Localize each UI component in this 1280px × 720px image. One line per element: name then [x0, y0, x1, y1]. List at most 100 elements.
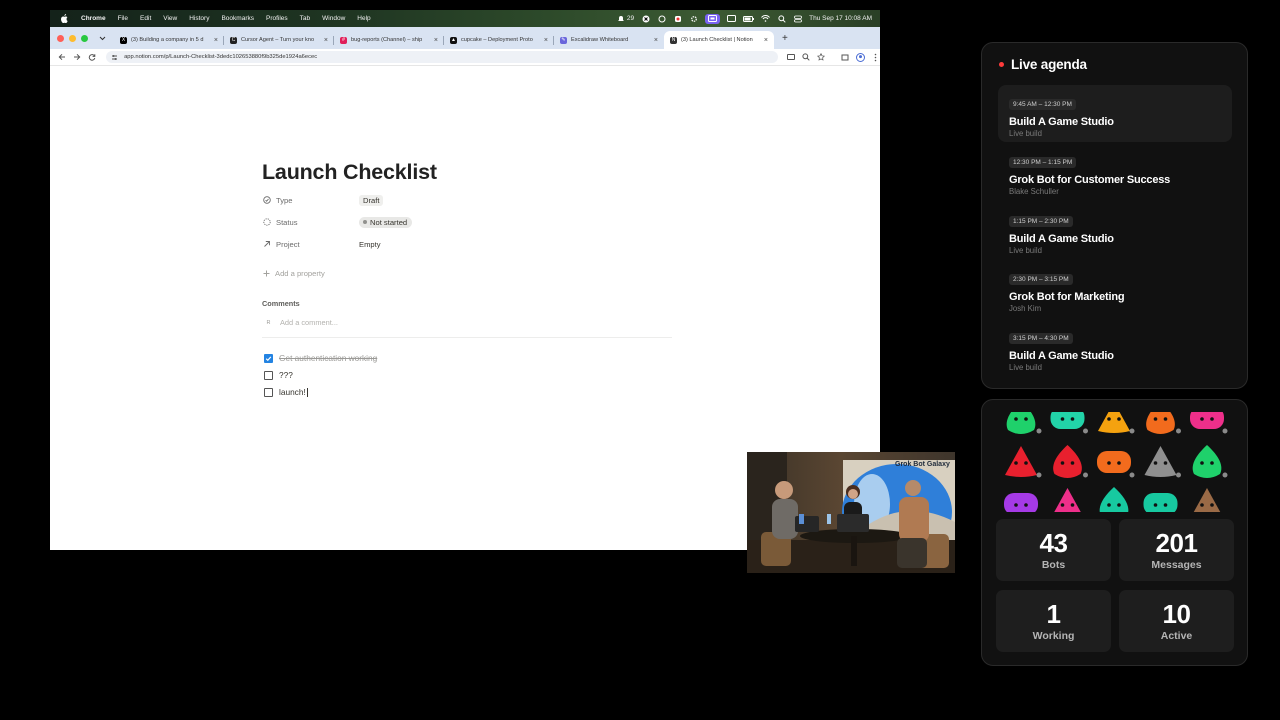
- bot-avatar-icon[interactable]: [1097, 451, 1135, 478]
- todo-item[interactable]: Get authentication working: [264, 353, 377, 363]
- todo-text[interactable]: ???: [279, 370, 293, 380]
- menu-tab[interactable]: Tab: [294, 15, 316, 22]
- todo-text[interactable]: Get authentication working: [279, 353, 377, 363]
- agenda-item[interactable]: 12:30 PM – 1:15 PM Grok Bot for Customer…: [998, 143, 1232, 200]
- url-text: app.notion.com/p/Launch-Checklist-3dedc1…: [124, 54, 318, 60]
- cast-icon[interactable]: [786, 52, 796, 62]
- forward-arrow-icon[interactable]: [69, 49, 84, 65]
- comment-input[interactable]: R Add a comment...: [262, 317, 338, 328]
- sign-text: Grok Bot Galaxy: [895, 461, 950, 468]
- maximize-window-button[interactable]: [81, 35, 88, 42]
- property-type[interactable]: Type Draft: [262, 193, 384, 207]
- todo-text[interactable]: launch!: [279, 387, 306, 397]
- control-center-icon[interactable]: [793, 14, 802, 24]
- status-value: Not started: [370, 217, 408, 227]
- battery-icon[interactable]: [743, 14, 755, 24]
- menu-bookmarks[interactable]: Bookmarks: [215, 15, 260, 22]
- menu-edit[interactable]: Edit: [134, 15, 157, 22]
- bot-avatar-icon[interactable]: [1053, 445, 1088, 478]
- status-circle-x-icon[interactable]: [641, 14, 650, 24]
- address-bar[interactable]: app.notion.com/p/Launch-Checklist-3dedc1…: [106, 51, 779, 63]
- bot-avatar-icon[interactable]: [1190, 412, 1228, 434]
- wifi-icon[interactable]: [761, 14, 771, 24]
- todo-checkbox-checked[interactable]: [264, 353, 273, 363]
- todo-checkbox[interactable]: [264, 387, 273, 397]
- profile-icon[interactable]: [855, 52, 865, 62]
- tab-close-icon[interactable]: ×: [654, 37, 658, 44]
- menu-history[interactable]: History: [183, 15, 215, 22]
- menu-window[interactable]: Window: [316, 15, 351, 22]
- bot-avatar-grid: [996, 412, 1233, 512]
- reload-icon[interactable]: [85, 49, 100, 65]
- site-settings-icon[interactable]: [111, 54, 119, 61]
- agenda-item[interactable]: 2:30 PM – 3:15 PM Grok Bot for Marketing…: [998, 260, 1232, 317]
- status-ring-icon[interactable]: [657, 14, 666, 24]
- stat-value: 1: [1046, 599, 1061, 629]
- browser-tab[interactable]: X (3) Building a company in 5 d ×: [114, 31, 224, 49]
- status-gear-icon[interactable]: [689, 14, 698, 24]
- tab-close-icon[interactable]: ×: [434, 37, 438, 44]
- browser-tab[interactable]: ✎ Excalidraw Whiteboard ×: [554, 31, 664, 49]
- todo-item[interactable]: ???: [264, 370, 293, 380]
- menu-app-name[interactable]: Chrome: [75, 15, 112, 22]
- bot-avatar-icon[interactable]: [1050, 412, 1089, 434]
- bookmark-star-icon[interactable]: [816, 52, 826, 62]
- bot-avatar-icon[interactable]: [1144, 446, 1182, 478]
- bot-avatar-icon[interactable]: [1052, 488, 1089, 512]
- agenda-item[interactable]: 3:15 PM – 4:30 PM Build A Game Studio Li…: [998, 319, 1232, 376]
- status-value-tag[interactable]: Not started: [359, 216, 413, 228]
- tab-close-icon[interactable]: ×: [324, 37, 328, 44]
- property-name: Project: [276, 239, 300, 249]
- bot-avatar-icon[interactable]: [1006, 412, 1042, 434]
- close-window-button[interactable]: [57, 35, 64, 42]
- bot-avatar-icon[interactable]: [1143, 493, 1182, 512]
- add-property-button[interactable]: Add a property: [262, 269, 325, 278]
- property-status[interactable]: Status Not started: [262, 215, 413, 229]
- bot-avatar-icon[interactable]: [1191, 488, 1228, 512]
- notification-icon[interactable]: 29: [617, 14, 634, 24]
- bot-avatar-icon[interactable]: [1098, 412, 1135, 434]
- clock[interactable]: Thu Sep 17 10:08 AM: [809, 15, 872, 22]
- new-tab-plus-icon[interactable]: +: [782, 31, 788, 45]
- agenda-item-title: Build A Game Studio: [1009, 116, 1114, 128]
- browser-tab[interactable]: # bug-reports (Channel) – ship ×: [334, 31, 444, 49]
- todo-checkbox[interactable]: [264, 370, 273, 380]
- more-menu-icon[interactable]: [870, 52, 880, 62]
- stat-active: 10 Active: [1119, 590, 1234, 652]
- back-arrow-icon[interactable]: [54, 49, 69, 65]
- minimize-window-button[interactable]: [69, 35, 76, 42]
- agenda-item[interactable]: 1:15 PM – 2:30 PM Build A Game Studio Li…: [998, 202, 1232, 259]
- bot-avatar-icon[interactable]: [1005, 446, 1042, 478]
- menu-file[interactable]: File: [112, 15, 134, 22]
- extensions-icon[interactable]: [840, 52, 850, 62]
- tab-active[interactable]: N (3) Launch Checklist | Notion ×: [664, 31, 774, 49]
- menu-help[interactable]: Help: [351, 15, 376, 22]
- apple-icon[interactable]: [59, 14, 69, 24]
- notification-count: 29: [626, 15, 635, 22]
- bot-avatar-icon[interactable]: [1192, 445, 1228, 478]
- tab-close-icon[interactable]: ×: [214, 37, 218, 44]
- property-project[interactable]: Project Empty: [262, 237, 381, 251]
- type-value-tag[interactable]: Draft: [359, 194, 384, 206]
- stat-label: Active: [1160, 630, 1193, 642]
- bot-avatar-icon[interactable]: [1004, 493, 1042, 512]
- todo-item[interactable]: launch!: [264, 387, 308, 397]
- display-icon[interactable]: [727, 14, 737, 24]
- menu-profiles[interactable]: Profiles: [260, 15, 294, 22]
- menu-view[interactable]: View: [157, 15, 183, 22]
- bot-avatar-icon[interactable]: [1099, 487, 1135, 512]
- bot-avatar-icon[interactable]: [1146, 412, 1181, 434]
- project-value[interactable]: Empty: [359, 240, 381, 249]
- tab-close-icon[interactable]: ×: [764, 37, 768, 44]
- tab-close-icon[interactable]: ×: [544, 37, 548, 44]
- status-app-icon[interactable]: [673, 14, 682, 24]
- search-icon[interactable]: [777, 14, 786, 24]
- agenda-item-subtitle: Live build: [1009, 246, 1042, 255]
- browser-tab[interactable]: C Cursor Agent – Turn your kno ×: [224, 31, 334, 49]
- page-title[interactable]: Launch Checklist: [262, 160, 437, 185]
- zoom-icon[interactable]: [801, 52, 811, 62]
- tab-search-chevron-icon[interactable]: [96, 32, 108, 44]
- browser-tab[interactable]: ▲ cupcake – Deployment Proto ×: [444, 31, 554, 49]
- screen-share-icon[interactable]: [705, 13, 721, 24]
- agenda-item-current[interactable]: 9:45 AM – 12:30 PM Build A Game Studio L…: [998, 85, 1232, 142]
